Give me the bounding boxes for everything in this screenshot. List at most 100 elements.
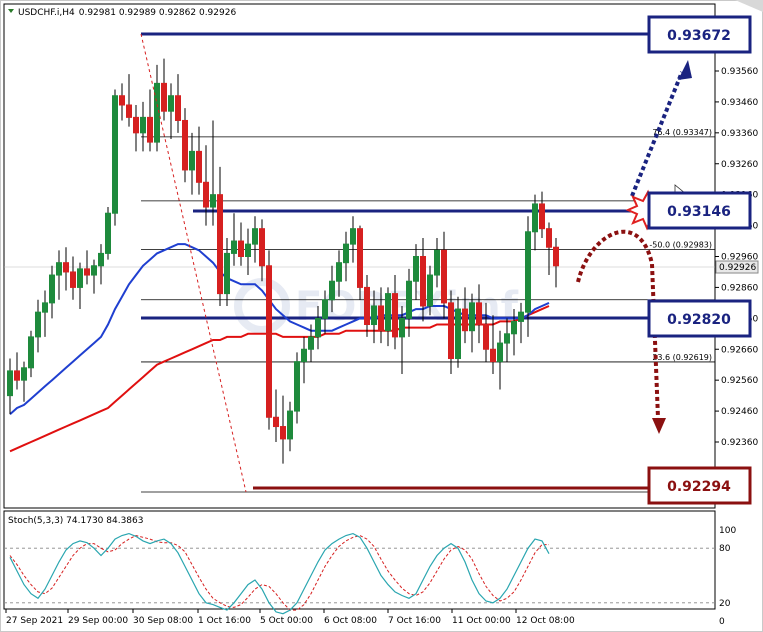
price-tick-label: 0.93360 xyxy=(721,129,758,139)
candle-body xyxy=(301,348,307,363)
candle-body xyxy=(42,302,48,313)
candle-body xyxy=(441,249,447,304)
candle-body xyxy=(98,252,104,267)
candle-body xyxy=(406,280,412,319)
candle-body xyxy=(175,95,181,121)
candle-body xyxy=(147,116,153,143)
svg-text:USDCHF.i,H40.92981 0.92989 0.9: USDCHF.i,H4 0.92981 0.92989 0.92862 0.929… xyxy=(18,8,236,18)
candle-body xyxy=(161,82,167,112)
stoch-level-label: 80 xyxy=(719,544,731,554)
price-tick-label: 0.92660 xyxy=(721,345,758,355)
candle-body xyxy=(434,249,440,276)
candle-body xyxy=(140,116,146,134)
candle-body xyxy=(63,262,69,273)
candle-body xyxy=(497,342,503,363)
candle-body xyxy=(70,271,76,288)
price-tick-label: 0.93260 xyxy=(721,160,758,170)
candle-body xyxy=(469,302,475,332)
candle-body xyxy=(476,302,482,326)
candle-body xyxy=(210,194,216,208)
candle-body xyxy=(315,317,321,338)
time-tick-label: 30 Sep 08:00 xyxy=(133,616,193,626)
candle-body xyxy=(539,203,545,230)
candle-body xyxy=(399,317,405,338)
candle-body xyxy=(525,231,531,313)
candle-body xyxy=(273,416,279,428)
candle-body xyxy=(168,95,174,112)
candle-body xyxy=(203,181,209,208)
price-tick-label: 0.92460 xyxy=(721,407,758,417)
candle-body xyxy=(224,252,230,295)
candle-body xyxy=(91,265,97,276)
time-tick-label: 11 Oct 00:00 xyxy=(452,616,511,626)
candle-body xyxy=(231,240,237,254)
symbol-info: USDCHF.i,H4 0.92981 0.92989 0.92862 0.929… xyxy=(8,8,236,18)
candle-body xyxy=(336,262,342,282)
candle-body xyxy=(238,240,244,258)
stoch-level-label: 20 xyxy=(719,599,731,609)
price-tick-label: 0.92860 xyxy=(721,283,758,293)
price-tick-label: 0.93560 xyxy=(721,67,758,77)
candle-body xyxy=(427,274,433,307)
candle-body xyxy=(77,268,83,288)
callout-mid: 0.93146 xyxy=(647,191,752,230)
candle-body xyxy=(504,333,510,344)
candle-body xyxy=(196,150,202,183)
candle-body xyxy=(259,228,265,267)
svg-text:0.92926: 0.92926 xyxy=(719,263,756,273)
candle-body xyxy=(322,299,328,319)
price-tick-label: 0.92360 xyxy=(721,438,758,448)
candle-body xyxy=(455,308,461,360)
candle-body xyxy=(133,116,139,134)
candle-body xyxy=(112,95,118,214)
candle-body xyxy=(245,243,251,257)
fib-level-label: -50.0 (0.92983) xyxy=(649,240,712,249)
candle-body xyxy=(126,104,132,118)
candle-body xyxy=(49,274,55,304)
candle-body xyxy=(287,410,293,440)
time-tick-label: 6 Oct 08:00 xyxy=(324,616,377,626)
candle-body xyxy=(294,361,300,412)
candle-body xyxy=(392,293,398,338)
time-tick-label: 1 Oct 16:00 xyxy=(198,616,251,626)
price-chart[interactable]: FOREXimf USDCHF.i,H40.92981 0.92989 0.92… xyxy=(0,0,763,632)
time-tick-label: 29 Sep 00:00 xyxy=(68,616,128,626)
time-tick-label: 27 Sep 2021 xyxy=(6,616,63,626)
time-tick-label: 5 Oct 00:00 xyxy=(260,616,313,626)
candle-body xyxy=(546,228,552,248)
candle-body xyxy=(350,228,356,245)
candle-body xyxy=(462,308,468,332)
candle-body xyxy=(329,280,335,301)
candle-body xyxy=(14,370,20,381)
candle-body xyxy=(35,311,41,338)
candle-body xyxy=(378,305,384,332)
svg-text:0.92820: 0.92820 xyxy=(667,312,731,328)
time-tick-label: 7 Oct 16:00 xyxy=(388,616,441,626)
candle-body xyxy=(518,311,524,322)
fib-level-label: 76.4 (0.93347) xyxy=(652,128,712,137)
current-price-tag: 0.92926 xyxy=(715,260,759,274)
candle-body xyxy=(28,336,34,369)
candle-body xyxy=(105,212,111,254)
stochastic-label: Stoch(5,3,3) 74.1730 84.3863 xyxy=(8,516,143,526)
candle-body xyxy=(483,324,489,350)
candle-body xyxy=(357,228,363,288)
candle-body xyxy=(56,262,62,276)
candle-body xyxy=(119,95,125,106)
stoch-level-label: 0 xyxy=(719,617,725,627)
candle-body xyxy=(280,426,286,440)
price-tick-label: 0.92560 xyxy=(721,376,758,386)
candle-body xyxy=(343,243,349,264)
callout-bottom: 0.92294 xyxy=(647,466,752,505)
svg-text:0.93146: 0.93146 xyxy=(667,204,731,220)
candle-body xyxy=(7,370,13,397)
stoch-level-label: 100 xyxy=(719,526,736,536)
callout-top: 0.93672 xyxy=(647,15,752,54)
candle-body xyxy=(252,228,258,245)
candle-body xyxy=(84,268,90,276)
callout-support: 0.92820 xyxy=(647,299,752,338)
candle-body xyxy=(182,119,188,171)
candle-body xyxy=(21,367,27,381)
candle-body xyxy=(371,305,377,326)
candle-body xyxy=(511,320,517,335)
